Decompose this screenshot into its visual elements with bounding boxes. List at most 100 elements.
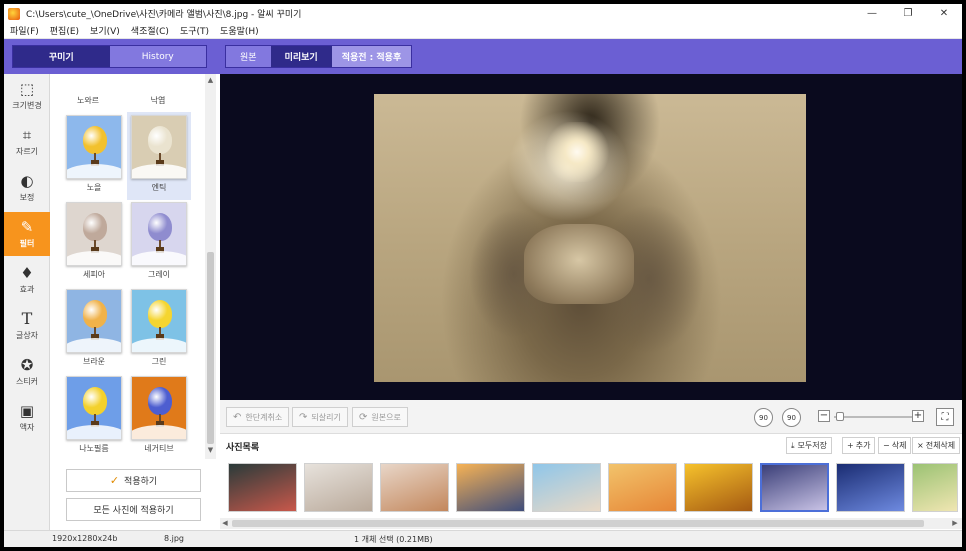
preview-canvas[interactable] [220, 74, 962, 400]
rotate-left-button[interactable]: 90 [754, 408, 773, 427]
tool-effect[interactable]: ♦ 효과 [4, 258, 50, 302]
scroll-left-icon[interactable]: ◀ [220, 518, 230, 529]
photo-thumbnail[interactable] [228, 463, 297, 512]
menu-help[interactable]: 도움말(H) [220, 24, 259, 37]
redo-icon: ↷ [299, 411, 308, 423]
fullscreen-icon: ⛶ [941, 411, 949, 423]
filter-noir-label[interactable]: 노와르 [56, 95, 120, 106]
filter-thumbnail [131, 202, 187, 266]
scroll-up-icon[interactable]: ▲ [205, 76, 216, 86]
delete-all-button[interactable]: × 전체삭제 [912, 437, 961, 454]
menu-file[interactable]: 파일(F) [10, 24, 39, 37]
sticker-icon: ✪ [20, 356, 34, 374]
photo-thumbnail[interactable] [380, 463, 449, 512]
filter-label: 네거티브 [144, 444, 174, 453]
drop-icon: ♦ [20, 264, 34, 282]
photo-list-scroll-thumb[interactable] [232, 520, 924, 527]
filter-list: 노와르 낙엽 노을 엔틱 세피아 그레이 브라운 그린 나노필름 네거티브 [50, 74, 202, 459]
tab-preview[interactable]: 미리보기 [270, 46, 332, 67]
filter-thumbnail [66, 115, 122, 179]
add-photo-button[interactable]: + 추가 [842, 437, 876, 454]
tool-frame[interactable]: ▣ 액자 [4, 396, 50, 440]
filter-label: 노을 [86, 183, 102, 192]
tool-crop[interactable]: ⌗ 자르기 [4, 120, 50, 164]
menu-view[interactable]: 보기(V) [90, 24, 120, 37]
undo-icon: ↶ [233, 411, 242, 423]
window-title: C:\Users\cute_\OneDrive\사진\카메라 앨범\사진\8.j… [26, 10, 302, 20]
balloon-icon [148, 387, 172, 415]
tab-decorate[interactable]: 꾸미기 [13, 46, 110, 67]
balloon-icon [148, 126, 172, 154]
filter-thumbnail [131, 376, 187, 440]
apply-all-button[interactable]: 모든 사진에 적용하기 [66, 498, 201, 521]
save-all-button[interactable]: ⤓ 모두저장 [786, 437, 832, 454]
photo-thumbnail[interactable] [684, 463, 753, 512]
filter-item[interactable]: 네거티브 [127, 373, 191, 459]
resize-icon: ⬚ [19, 80, 35, 98]
menu-color[interactable]: 색조절(C) [131, 24, 169, 37]
filter-item[interactable]: 세피아 [62, 199, 126, 287]
balloon-icon [83, 213, 107, 241]
app-window: C:\Users\cute_\OneDrive\사진\카메라 앨범\사진\8.j… [4, 4, 962, 547]
scroll-down-icon[interactable]: ▼ [205, 446, 216, 456]
photo-list-scrollbar[interactable]: ◀ ▶ [220, 518, 962, 529]
zoom-out-button[interactable]: − [818, 410, 830, 422]
filter-item[interactable]: 노을 [62, 112, 126, 200]
maximize-button[interactable]: ❐ [890, 4, 926, 23]
revert-original-button[interactable]: ⟳ 원본으로 [352, 407, 408, 427]
balloon-icon [83, 387, 107, 415]
title-bar: C:\Users\cute_\OneDrive\사진\카메라 앨범\사진\8.j… [4, 4, 962, 23]
filter-item[interactable]: 그린 [127, 286, 191, 374]
photo-thumbnail[interactable] [608, 463, 677, 512]
status-resolution: 1920x1280x24b [52, 534, 118, 543]
panel-tabs: 꾸미기 History [12, 45, 207, 68]
photo-thumbnail[interactable] [304, 463, 373, 512]
zoom-slider-knob[interactable] [836, 412, 844, 421]
tool-resize[interactable]: ⬚ 크기변경 [4, 74, 50, 118]
photo-thumbnail[interactable] [912, 463, 958, 512]
tool-filter[interactable]: ✎ 필터 [4, 212, 50, 256]
photo-thumbnail[interactable] [456, 463, 525, 512]
filter-scrollbar[interactable]: ▲ ▼ [205, 74, 216, 459]
photo-thumbnail[interactable] [760, 463, 829, 512]
filter-thumbnail [66, 376, 122, 440]
filter-item[interactable]: 브라운 [62, 286, 126, 374]
menu-edit[interactable]: 편집(E) [50, 24, 79, 37]
filter-autumn-label[interactable]: 낙엽 [126, 95, 190, 106]
apply-button[interactable]: ✓ 적용하기 [66, 469, 201, 492]
filter-thumbnail [66, 289, 122, 353]
tab-compare[interactable]: 적용전 : 적용후 [331, 46, 412, 67]
redo-button[interactable]: ↷ 되살리기 [292, 407, 348, 427]
tool-adjust[interactable]: ◐ 보정 [4, 166, 50, 210]
text-icon: T [21, 309, 33, 328]
filter-wand-icon: ✎ [20, 218, 34, 236]
adjust-icon: ◐ [20, 172, 34, 190]
scroll-right-icon[interactable]: ▶ [950, 518, 960, 529]
fit-screen-button[interactable]: ⛶ [936, 408, 954, 426]
filter-item[interactable]: 그레이 [127, 199, 191, 287]
tool-textbox[interactable]: T 글상자 [4, 304, 50, 348]
preview-photo [374, 94, 806, 382]
photo-thumbnail[interactable] [836, 463, 905, 512]
balloon-icon [148, 213, 172, 241]
zoom-in-button[interactable]: + [912, 410, 924, 422]
delete-photo-button[interactable]: − 삭제 [878, 437, 912, 454]
zoom-slider[interactable] [834, 416, 918, 418]
photo-thumbnail[interactable] [532, 463, 601, 512]
tab-history[interactable]: History [109, 46, 206, 67]
tool-sticker[interactable]: ✪ 스티커 [4, 350, 50, 394]
photo-sparkler [542, 122, 612, 182]
tab-original[interactable]: 원본 [226, 46, 271, 67]
rotate-right-button[interactable]: 90 [782, 408, 801, 427]
undo-button[interactable]: ↶ 한단계취소 [226, 407, 290, 427]
frame-icon: ▣ [19, 402, 35, 420]
minus-icon: − [883, 441, 890, 450]
scrollbar-thumb[interactable] [207, 252, 214, 444]
menu-tools[interactable]: 도구(T) [180, 24, 209, 37]
filter-item[interactable]: 나노필름 [62, 373, 126, 459]
filter-thumbnail [131, 289, 187, 353]
close-button[interactable]: ✕ [926, 4, 962, 23]
minimize-button[interactable]: — [854, 4, 890, 23]
filter-item[interactable]: 엔틱 [127, 112, 191, 200]
status-filename: 8.jpg [164, 534, 185, 543]
